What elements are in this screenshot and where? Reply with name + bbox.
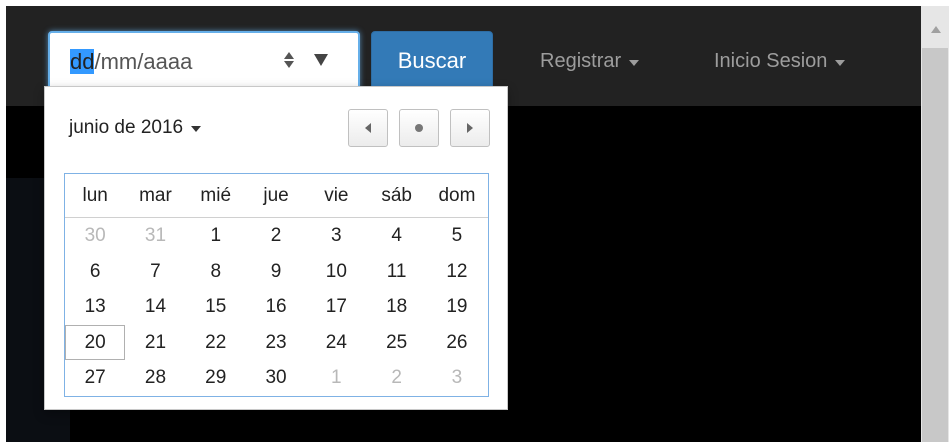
weekday-label: vie	[324, 185, 349, 206]
weekday-label: dom	[438, 185, 476, 206]
calendar-day[interactable]: 17	[306, 289, 366, 325]
calendar-day[interactable]: 3	[427, 360, 487, 396]
calendar-day[interactable]: 1	[186, 218, 246, 254]
dropdown-arrow-icon[interactable]	[314, 54, 328, 66]
datepicker-popup: junio de 2016 lun mar mié jue vie sáb do…	[44, 86, 508, 410]
calendar-week-row: 6 7 8 9 10 11 12	[65, 254, 488, 290]
search-button[interactable]: Buscar	[371, 31, 493, 91]
weekday-label: mar	[139, 185, 172, 206]
prev-month-button[interactable]	[348, 109, 388, 147]
caret-down-icon	[191, 126, 202, 132]
caret-down-icon	[835, 60, 846, 66]
calendar-week-row: 20 21 22 23 24 25 26	[65, 324, 488, 361]
dot-icon	[415, 124, 423, 132]
calendar-day[interactable]: 10	[306, 254, 366, 290]
nav-registrar-label: Registrar	[540, 50, 622, 72]
calendar-day[interactable]: 8	[186, 254, 246, 290]
calendar-day[interactable]: 2	[366, 360, 426, 396]
calendar-day[interactable]: 27	[65, 360, 125, 396]
today-button[interactable]	[399, 109, 439, 147]
month-select[interactable]: junio de 2016	[69, 117, 202, 139]
calendar-day[interactable]: 25	[366, 325, 426, 361]
calendar-day[interactable]: 5	[427, 218, 487, 254]
calendar-day[interactable]: 1	[306, 360, 366, 396]
weekday-label: mié	[200, 185, 232, 206]
calendar-day[interactable]: 11	[366, 254, 426, 290]
calendar-day[interactable]: 29	[186, 360, 246, 396]
calendar-day[interactable]: 26	[427, 325, 487, 361]
calendar-day[interactable]: 16	[246, 289, 306, 325]
calendar-days: 30 31 1 2 3 4 5 6 7 8 9 10 11 12 13 14 15 16 17 18 19 20 21 22 2…	[65, 218, 488, 396]
date-input[interactable]: dd/mm/aaaa	[48, 31, 360, 91]
nav-inicio-sesion[interactable]: Inicio Sesion	[714, 50, 846, 73]
calendar-day[interactable]: 18	[366, 289, 426, 325]
calendar-week-row: 30 31 1 2 3 4 5	[65, 218, 488, 254]
nav-login-label: Inicio Sesion	[714, 50, 828, 72]
month-label: junio de 2016	[69, 117, 184, 138]
spin-updown-icon[interactable]	[282, 47, 296, 73]
scrollbar[interactable]	[921, 6, 949, 442]
calendar-day[interactable]: 13	[65, 289, 125, 325]
chevron-left-icon	[365, 123, 371, 133]
calendar-day[interactable]: 7	[125, 254, 185, 290]
date-rest-segments[interactable]: /mm/aaaa	[94, 49, 192, 74]
calendar-day[interactable]: 14	[125, 289, 185, 325]
calendar-day[interactable]: 4	[366, 218, 426, 254]
chevron-right-icon	[467, 123, 473, 133]
calendar-day[interactable]: 9	[246, 254, 306, 290]
weekday-label: sáb	[381, 185, 412, 206]
weekday-label: jue	[263, 185, 289, 206]
calendar-day[interactable]: 30	[65, 218, 125, 254]
nav-registrar[interactable]: Registrar	[540, 50, 640, 73]
calendar-day[interactable]: 24	[306, 325, 366, 361]
calendar-grid: lun mar mié jue vie sáb dom 30 31 1 2 3 4 5 6 7 8…	[64, 173, 489, 397]
calendar-day[interactable]: 15	[186, 289, 246, 325]
next-month-button[interactable]	[450, 109, 490, 147]
calendar-day[interactable]: 19	[427, 289, 487, 325]
calendar-day[interactable]: 31	[125, 218, 185, 254]
calendar-week-row: 13 14 15 16 17 18 19	[65, 289, 488, 325]
calendar-day[interactable]: 30	[246, 360, 306, 396]
scroll-up-arrow-icon[interactable]	[931, 26, 941, 33]
calendar-day[interactable]: 23	[246, 325, 306, 361]
scroll-thumb[interactable]	[922, 48, 948, 442]
date-input-text[interactable]: dd/mm/aaaa	[70, 49, 192, 75]
weekday-label: lun	[82, 185, 108, 206]
calendar-day[interactable]: 6	[65, 254, 125, 290]
weekday-header: lun mar mié jue vie sáb dom	[65, 174, 488, 218]
date-day-segment[interactable]: dd	[70, 49, 95, 74]
calendar-day[interactable]: 3	[306, 218, 366, 254]
calendar-day[interactable]: 21	[125, 325, 185, 361]
caret-down-icon	[629, 60, 640, 66]
calendar-day[interactable]: 22	[186, 325, 246, 361]
calendar-day[interactable]: 12	[427, 254, 487, 290]
calendar-day-today[interactable]: 20	[65, 324, 126, 360]
calendar-day[interactable]: 28	[125, 360, 185, 396]
calendar-week-row: 27 28 29 30 1 2 3	[65, 360, 488, 396]
calendar-day[interactable]: 2	[246, 218, 306, 254]
